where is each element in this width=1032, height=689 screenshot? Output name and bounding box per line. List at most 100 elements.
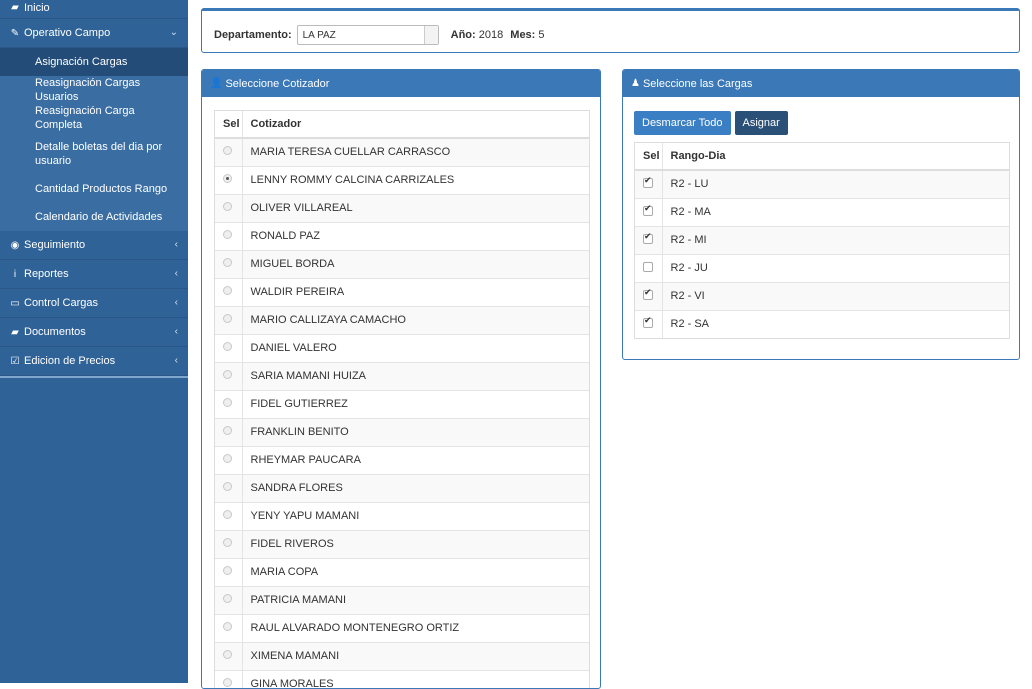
table-row[interactable]: DANIEL VALERO [215,333,589,362]
cotizador-name: RHEYMAR PAUCARA [242,445,589,474]
column-header-sel: Sel [215,111,243,139]
cotizador-name: FRANKLIN BENITO [242,417,589,446]
table-row[interactable]: MARIA COPA [215,557,589,586]
asignar-button[interactable]: Asignar [734,111,788,135]
carga-checkbox[interactable] [643,176,653,188]
cotizador-radio[interactable] [223,230,232,239]
book-icon: ▰ [11,2,19,13]
chevron-left-icon: ‹ [174,326,178,337]
cotizador-radio[interactable] [223,510,232,519]
table-row[interactable]: R2 - MA [635,197,1009,226]
table-row[interactable]: R2 - SA [635,309,1009,338]
carga-rango-dia: R2 - LU [662,169,1009,198]
table-row[interactable]: XIMENA MAMANI [215,641,589,670]
cotizador-radio[interactable] [223,426,232,435]
table-row[interactable]: R2 - JU [635,253,1009,282]
cotizador-radio[interactable] [223,286,232,295]
table-row[interactable]: YENY YAPU MAMANI [215,501,589,530]
book-icon: ▰ [11,326,19,338]
table-row[interactable]: LENNY ROMMY CALCINA CARRIZALES [215,165,589,194]
row-select-cell [635,281,663,310]
chevron-left-icon: ‹ [174,268,178,279]
table-row[interactable]: SANDRA FLORES [215,473,589,502]
table-row[interactable]: RAUL ALVARADO MONTENEGRO ORTIZ [215,613,589,642]
sidebar-subitem-reasignacion-cargas-usuarios[interactable]: Reasignación Cargas Usuarios [0,76,188,104]
row-select-cell [215,333,243,362]
cotizador-radio[interactable] [223,258,232,267]
edit-icon: ☑ [10,355,20,367]
cotizador-name: MIGUEL BORDA [242,249,589,278]
cotizador-radio[interactable] [223,538,232,547]
table-row[interactable]: OLIVER VILLAREAL [215,193,589,222]
departamento-value: LA PAZ [302,29,336,41]
sidebar-item-documentos[interactable]: ▰ Documentos ‹ [0,318,188,347]
row-select-cell [215,613,243,642]
carga-checkbox[interactable] [643,261,653,272]
sidebar-subitem-reasignacion-carga-completa[interactable]: Reasignación Carga Completa [0,104,188,132]
person-icon: ♟ [631,78,640,89]
row-select-cell [215,361,243,390]
table-row[interactable]: SARIA MAMANI HUIZA [215,361,589,390]
row-select-cell [215,501,243,530]
sidebar-item-operativo-campo[interactable]: ✎ Operativo Campo ⌄ [0,19,188,48]
desmarcar-todo-button[interactable]: Desmarcar Todo [634,111,731,135]
cotizador-name: XIMENA MAMANI [242,641,589,670]
sidebar-item-label: Documentos [24,326,86,338]
anio-value: 2018 [478,29,504,41]
cotizador-radio[interactable] [223,174,232,183]
table-row[interactable]: MARIO CALLIZAYA CAMACHO [215,305,589,334]
cotizador-radio[interactable] [223,482,232,491]
carga-checkbox[interactable] [643,232,653,244]
sidebar-subitem-asignacion-cargas[interactable]: Asignación Cargas [0,48,188,76]
carga-checkbox[interactable] [643,204,653,216]
cotizador-radio[interactable] [223,622,232,631]
table-row[interactable]: MARIA TERESA CUELLAR CARRASCO [215,137,589,166]
cotizador-name: SANDRA FLORES [242,473,589,502]
cotizador-radio[interactable] [223,146,232,156]
table-row[interactable]: R2 - VI [635,281,1009,310]
table-row[interactable]: PATRICIA MAMANI [215,585,589,614]
sidebar-item-label: Control Cargas [24,297,98,309]
cotizador-radio[interactable] [223,314,232,323]
user-icon: 👤 [210,78,223,89]
departamento-select[interactable]: LA PAZ [296,25,439,45]
table-row[interactable]: FIDEL GUTIERREZ [215,389,589,418]
cotizador-radio[interactable] [223,202,232,211]
row-select-cell [215,277,243,306]
table-row[interactable]: MIGUEL BORDA [215,249,589,278]
table-row[interactable]: R2 - LU [635,169,1009,198]
cargas-panel-header: ♟ Seleccione las Cargas [623,70,1019,97]
row-select-cell [635,309,663,338]
sidebar-item-reportes[interactable]: i Reportes ‹ [0,260,188,289]
sidebar-subitem-cantidad-productos-rango[interactable]: Cantidad Productos Rango [0,175,188,203]
table-row[interactable]: RHEYMAR PAUCARA [215,445,589,474]
table-row[interactable]: R2 - MI [635,225,1009,254]
table-row[interactable]: GINA MORALES [215,669,589,688]
table-row[interactable]: FIDEL RIVEROS [215,529,589,558]
cotizador-name: SARIA MAMANI HUIZA [242,361,589,390]
table-row[interactable]: RONALD PAZ [215,221,589,250]
table-row[interactable]: FRANKLIN BENITO [215,417,589,446]
monitor-icon: ▭ [10,297,20,309]
cotizador-radio[interactable] [223,454,232,463]
cotizador-name: GINA MORALES [242,669,589,688]
cotizador-panel-header: 👤 Seleccione Cotizador [202,70,600,97]
cotizador-radio[interactable] [223,566,232,575]
table-row[interactable]: WALDIR PEREIRA [215,277,589,306]
sidebar-item-inicio[interactable]: ▰ Inicio [0,0,188,19]
carga-checkbox[interactable] [643,288,653,300]
sidebar-item-seguimiento[interactable]: ◉ Seguimiento ‹ [0,231,188,260]
sidebar-subitem-calendario-actividades[interactable]: Calendario de Actividades [0,203,188,231]
sidebar-item-control-cargas[interactable]: ▭ Control Cargas ‹ [0,289,188,318]
cotizador-radio[interactable] [223,594,232,603]
cotizador-radio[interactable] [223,650,232,659]
sidebar-item-edicion-precios[interactable]: ☑ Edicion de Precios ‹ [0,347,188,376]
carga-rango-dia: R2 - MA [662,197,1009,226]
cotizador-name: YENY YAPU MAMANI [242,501,589,530]
cotizador-radio[interactable] [223,398,232,407]
cotizador-radio[interactable] [223,370,232,379]
cotizador-radio[interactable] [223,342,232,351]
sidebar-subitem-detalle-boletas[interactable]: Detalle boletas del dia por usuario [0,132,188,175]
cotizador-name: MARIA TERESA CUELLAR CARRASCO [242,137,589,166]
carga-checkbox[interactable] [643,316,653,328]
